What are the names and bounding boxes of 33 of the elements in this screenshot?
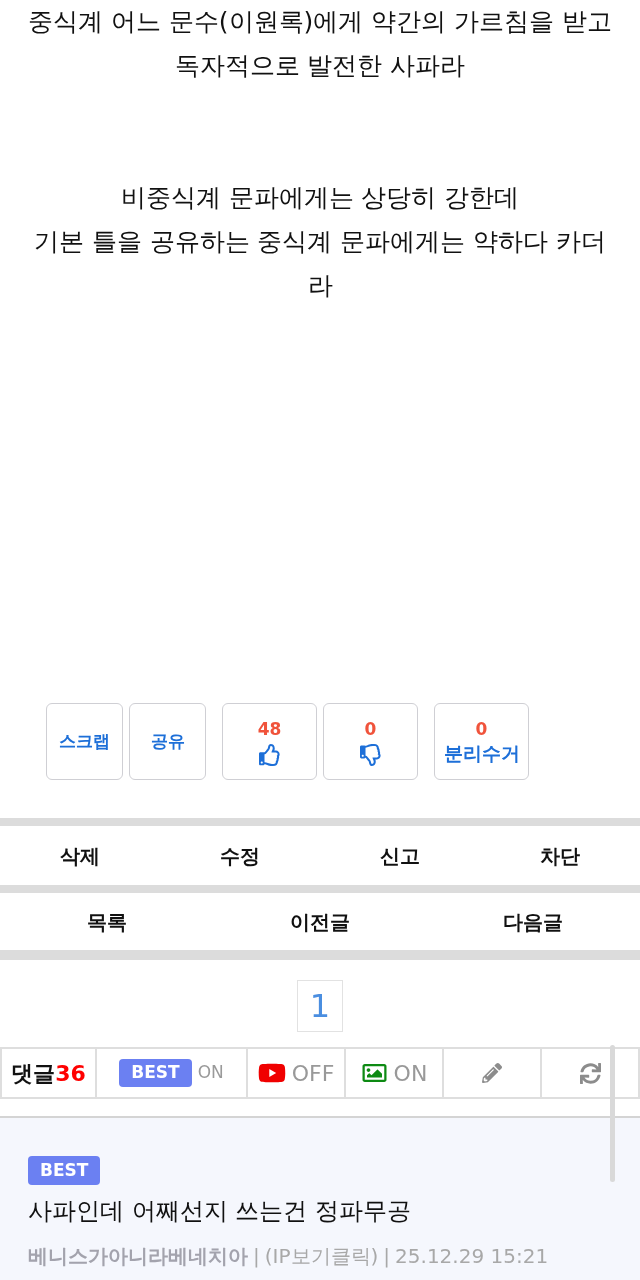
thumbs-up-icon bbox=[258, 743, 281, 766]
post-menu-item[interactable]: 수정 bbox=[160, 826, 320, 885]
post-text: 기본 틀을 공유하는 중식계 문파에게는 약하다 카더라 bbox=[32, 226, 608, 302]
best-badge: BEST bbox=[119, 1059, 192, 1087]
pencil-icon bbox=[482, 1063, 502, 1083]
thumbs-down-icon bbox=[359, 743, 382, 766]
post-text: 비중식계 문파에게는 상당히 강한데 bbox=[119, 182, 521, 214]
video-toggle[interactable]: OFF bbox=[248, 1049, 346, 1097]
image-toggle[interactable]: ON bbox=[346, 1049, 444, 1097]
post-text: 중식계 어느 문수(이원록)에게 약간의 가르침을 받고 bbox=[26, 6, 614, 38]
comment-text: 사파인데 어째선지 쓰는건 정파무공 bbox=[28, 1196, 412, 1227]
post-menu-item[interactable]: 신고 bbox=[320, 826, 480, 885]
downvote-button[interactable]: 0 bbox=[323, 703, 418, 780]
best-badge: BEST bbox=[28, 1156, 101, 1185]
best-filter-toggle[interactable]: BEST ON bbox=[97, 1049, 248, 1097]
image-icon bbox=[360, 1061, 388, 1085]
page-number[interactable]: 1 bbox=[297, 980, 343, 1032]
upvote-button[interactable]: 48 bbox=[222, 703, 317, 780]
best-status: ON bbox=[197, 1061, 224, 1085]
post-nav-item[interactable]: 목록 bbox=[0, 893, 214, 950]
action-button[interactable]: 스크랩 bbox=[46, 703, 123, 780]
post-text: 독자적으로 발전한 사파라 bbox=[173, 50, 467, 82]
comment-count-label: 댓글36 bbox=[0, 1049, 97, 1097]
recycle-button[interactable]: 0 분리수거 bbox=[434, 703, 529, 780]
comment-date: 25.12.29 15:21 bbox=[395, 1243, 549, 1270]
refresh-icon bbox=[579, 1062, 601, 1084]
post-nav-item[interactable]: 다음글 bbox=[426, 893, 640, 950]
action-button[interactable]: 공유 bbox=[129, 703, 206, 780]
post-nav-item[interactable]: 이전글 bbox=[213, 893, 427, 950]
post-menu-item[interactable]: 삭제 bbox=[0, 826, 160, 885]
post-menu-item[interactable]: 차단 bbox=[480, 826, 640, 885]
meta-separator: | bbox=[253, 1243, 260, 1270]
meta-separator: | bbox=[383, 1243, 391, 1270]
